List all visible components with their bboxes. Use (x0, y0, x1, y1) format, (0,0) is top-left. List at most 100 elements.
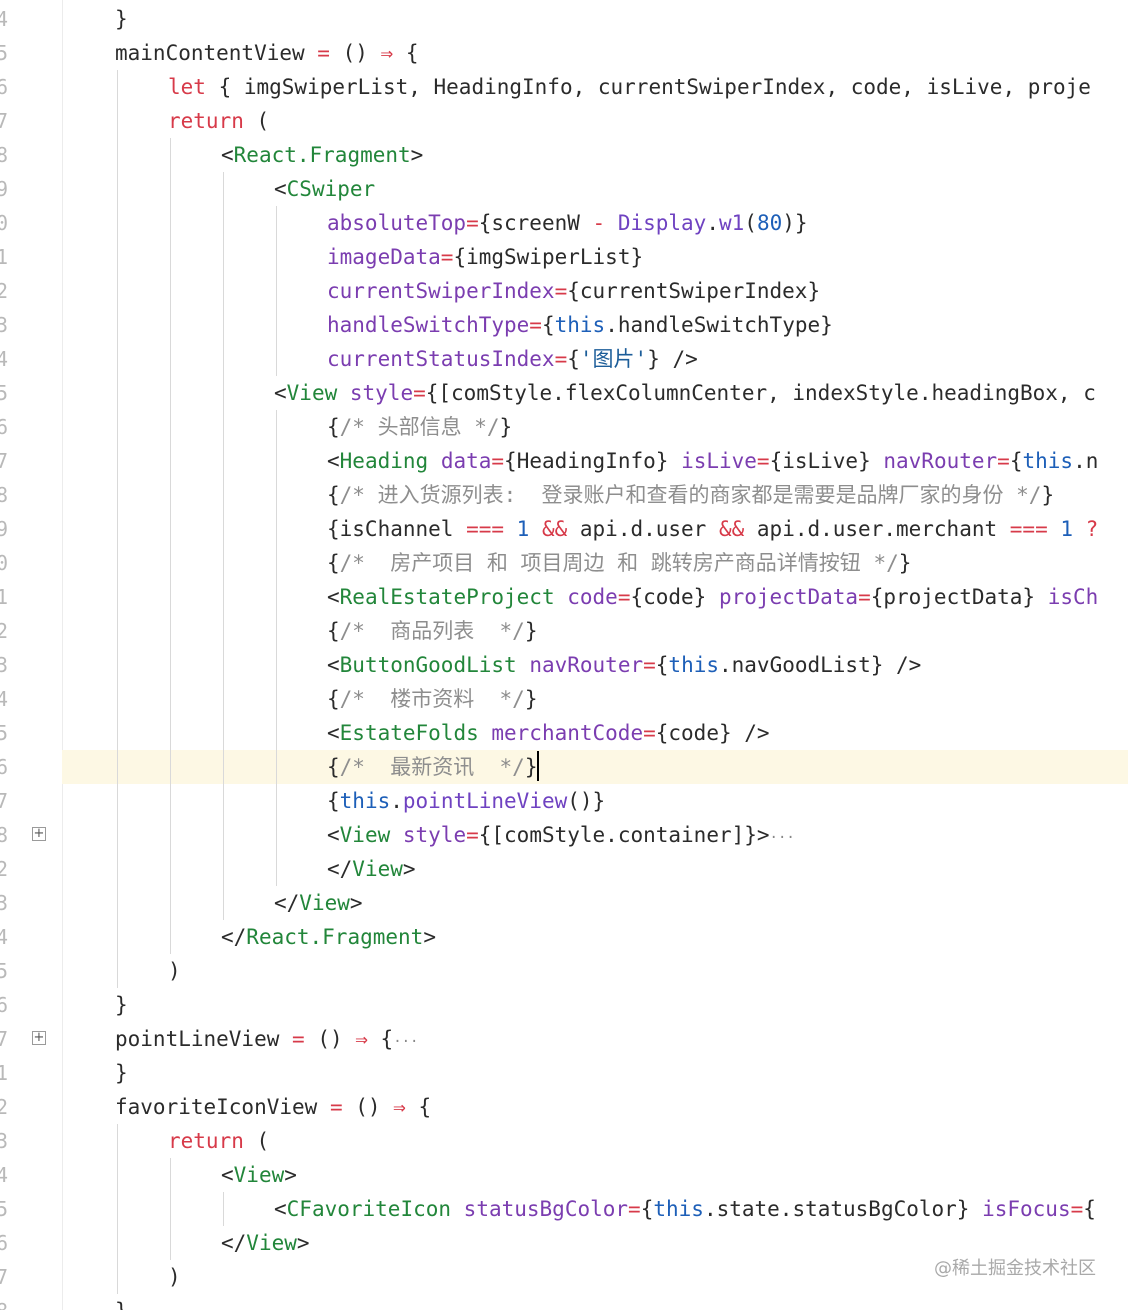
code-text: {this.pointLineView()} (327, 784, 605, 818)
code-line[interactable]: 2 favoriteIconView = () ⇒ { (0, 1090, 1128, 1124)
line-number: 1 (0, 245, 9, 269)
code-token: < (327, 721, 340, 745)
code-text: let { imgSwiperList, HeadingInfo, curren… (168, 70, 1091, 104)
line-number: 8 (0, 143, 9, 167)
code-token: View (246, 1231, 297, 1255)
code-text: <RealEstateProject code={code} projectDa… (327, 580, 1098, 614)
line-number: 3 (0, 653, 9, 677)
line-number: 1 (0, 1061, 9, 1085)
gutter-cell: 1 (0, 580, 62, 614)
code-token: = (643, 653, 656, 677)
gutter-cell: 6 (0, 988, 62, 1022)
code-token: ( (256, 1129, 270, 1153)
code-token: < (327, 585, 340, 609)
gutter-cell: 3 (0, 1124, 62, 1158)
code-token: } /> (647, 347, 698, 371)
code-token: { (655, 653, 669, 677)
code-token: = (756, 449, 770, 473)
code-token: = (413, 381, 426, 405)
gutter-cell: 1 (0, 240, 62, 274)
indent-guide (276, 410, 277, 886)
code-token: > (423, 925, 436, 949)
gutter-cell: 7 (0, 104, 62, 138)
line-number: 7 (0, 449, 9, 473)
code-token: code (567, 585, 618, 609)
code-text: } (115, 2, 128, 36)
code-token: 1 (1060, 517, 1086, 541)
code-token: </ (221, 925, 247, 949)
code-token: < (274, 177, 287, 201)
code-token: {code} (630, 585, 719, 609)
code-text: {/* 进入货源列表: 登录账户和查看的商家都是需要是品牌厂家的身份 */} (327, 478, 1054, 512)
code-token: React.Fragment (233, 143, 411, 167)
code-token: } (115, 1061, 128, 1085)
code-token: < (274, 1197, 287, 1221)
code-token: .state.statusBgColor} (703, 1197, 983, 1221)
code-token: </ (327, 857, 353, 881)
gutter-cell: 6 (0, 750, 62, 784)
code-token: .handleSwitchType} (605, 313, 833, 337)
code-token: {currentSwiperIndex} (567, 279, 821, 303)
code-token: data (440, 449, 492, 473)
line-number: 6 (0, 993, 9, 1017)
code-token: merchantCode (491, 721, 644, 745)
line-number: 5 (0, 381, 9, 405)
line-number: 5 (0, 41, 9, 65)
gutter-cell: 5 (0, 716, 62, 750)
code-line[interactable]: 7 return ( (0, 104, 1128, 138)
code-line[interactable]: 5) (0, 954, 1128, 988)
code-token: let (168, 75, 219, 99)
code-line[interactable]: 3 return ( (0, 1124, 1128, 1158)
code-token: > (349, 891, 363, 915)
code-line[interactable]: 5 mainContentView = () ⇒ { (0, 36, 1128, 70)
code-token: { (405, 41, 419, 65)
code-token: () (355, 1095, 394, 1119)
code-line[interactable]: 4} (0, 2, 1128, 36)
code-text: <Heading data={HeadingInfo} isLive={isLi… (327, 444, 1098, 478)
code-token: { (327, 755, 340, 779)
code-token: { (1009, 449, 1023, 473)
gutter-cell: 5 (0, 376, 62, 410)
code-line[interactable]: 6 let { imgSwiperList, HeadingInfo, curre… (0, 70, 1128, 104)
gutter-cell: 2 (0, 1090, 62, 1124)
code-line[interactable]: 6} (0, 988, 1128, 1022)
code-token: w1 (719, 211, 745, 235)
fold-expand-icon[interactable]: + (32, 827, 46, 841)
line-number: 4 (0, 347, 9, 371)
code-token: = (491, 449, 505, 473)
code-text: } (115, 1056, 128, 1090)
code-token: } (115, 1299, 128, 1310)
fold-expand-icon[interactable]: + (32, 1031, 46, 1045)
code-text: } (115, 1294, 128, 1310)
code-token: /* 头部信息 */ (339, 415, 500, 439)
code-token: { (418, 1095, 432, 1119)
line-number: 6 (0, 755, 9, 779)
code-token: 80 (756, 211, 783, 235)
code-line[interactable]: 7 + pointLineView = () ⇒ {··· (0, 1022, 1128, 1056)
code-line[interactable]: 8} (0, 1294, 1128, 1310)
code-token: ⇒ (355, 1027, 381, 1051)
gutter-cell: 5 (0, 36, 62, 70)
code-editor[interactable]: 4} 5 mainContentView = () ⇒ {6 let { imgSwi… (0, 0, 1128, 1310)
gutter-cell: 3 (0, 648, 62, 682)
line-number: 8 (0, 823, 9, 847)
code-token: /* 商品列表 */ (339, 619, 525, 643)
line-number: 6 (0, 75, 9, 99)
code-text: ) (168, 1260, 181, 1294)
code-token: navRouter (883, 449, 998, 473)
code-line[interactable]: 1} (0, 1056, 1128, 1090)
indent-guide (276, 206, 277, 376)
folded-ellipsis-icon[interactable]: ··· (393, 1034, 418, 1050)
code-token: { (327, 415, 340, 439)
code-token: { (327, 551, 340, 575)
code-token: Heading (339, 449, 441, 473)
code-token: {isChannel (327, 517, 467, 541)
folded-ellipsis-icon[interactable]: ··· (770, 830, 795, 846)
gutter-cell: 0 (0, 546, 62, 580)
code-token: {isLive} (769, 449, 884, 473)
code-token: React.Fragment (246, 925, 424, 949)
code-token: statusBgColor (463, 1197, 629, 1221)
code-token: } (524, 755, 538, 779)
code-token: {[comStyle.container]}> (478, 823, 770, 847)
code-token: . (390, 789, 403, 813)
